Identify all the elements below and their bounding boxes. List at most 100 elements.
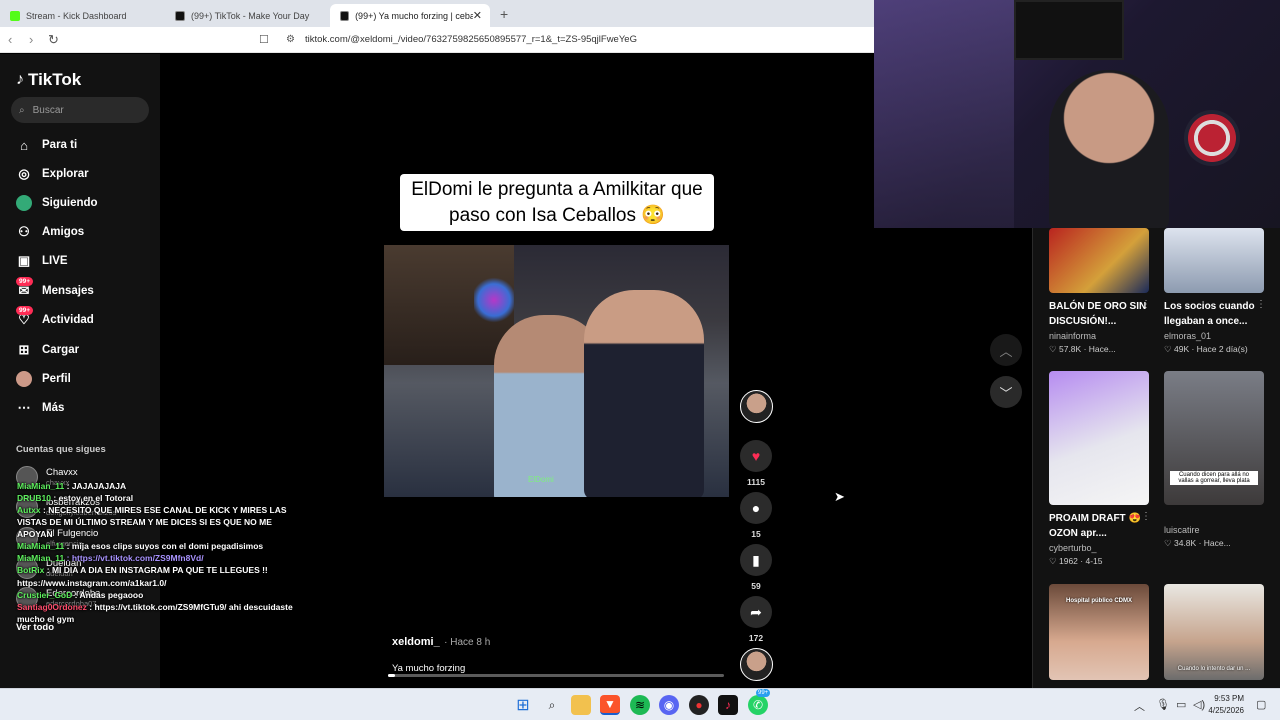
chat-message: Autxx : NECESITO QUE MIRES ESE CANAL DE … [17,504,307,540]
chat-user: Autxx [17,505,41,516]
obs-icon[interactable]: ● [689,695,709,715]
chevron-up-icon[interactable]: ︿ [1134,698,1145,714]
streamer-figure [1049,70,1169,228]
reload-icon[interactable]: ↻ [48,32,59,48]
logo-text: TikTok [28,70,82,89]
chat-text: : Andas pegaooo [74,589,144,600]
nav-label: Mensajes [42,285,94,297]
discord-icon[interactable]: ◉ [659,695,679,715]
home-icon: ⌂ [20,137,28,153]
video-progress-fill [388,674,395,677]
more-options-icon[interactable]: ⋮ [1141,511,1151,522]
chat-text: : JAJAJAJAJA [66,481,127,491]
url-text[interactable]: tiktok.com/@xeldomi_/video/7632759825650… [305,34,637,45]
volume-icon[interactable]: ◁) [1193,698,1205,711]
more-icon: ⋯ [17,400,31,415]
following-icon [16,195,32,211]
forward-icon[interactable]: › [29,32,33,47]
recommended-card[interactable]: Los socios cuando llegaban a once... elm… [1164,228,1266,355]
video-meta: xeldomi_ · Hace 8 h Ya mucho forzing [392,632,490,674]
tiktok-logo[interactable]: ♪ TikTok [16,70,81,90]
next-video-button[interactable]: ﹀ [990,376,1022,408]
more-options-icon[interactable]: ⋮ [1256,299,1266,310]
save-count: 59 [751,581,761,591]
chat-text: : NECESITO QUE MIRES ESE CANAL DE KICK Y… [17,505,287,540]
author-avatar-button[interactable] [738,390,774,423]
file-explorer-icon[interactable] [571,695,591,715]
recommended-card[interactable]: Hospital público CDMX [1049,584,1149,680]
live-icon: ▣ [17,253,31,268]
video-progress-bar[interactable] [388,674,724,677]
chat-message: MiaMian_11 : https://vt.tiktok.com/ZS9Mf… [17,552,307,564]
nav-cargar[interactable]: ⊞ Cargar [16,339,80,361]
site-info-icon[interactable]: ⚙ [286,34,295,45]
tab-tiktok-home[interactable]: (99+) TikTok - Make Your Day [165,4,330,27]
recommended-card[interactable]: BALÓN DE ORO SIN DISCUSIÓN!... ninainfor… [1049,228,1151,355]
card-stats: ♡ 1962 · 4-15 [1049,556,1103,566]
save-button[interactable]: ▮ 59 [738,544,774,591]
nav-live[interactable]: ▣ LIVE [16,250,68,272]
microphone-icon[interactable]: 🎙 [1156,698,1170,711]
nav-actividad[interactable]: ♡ 99+ Actividad [16,306,94,331]
video-caption-overlay: ElDomi le pregunta a Amilkitar que paso … [400,174,714,231]
tiktok-app-icon[interactable]: ♪ [718,695,738,715]
nav-mas[interactable]: ⋯ Más [16,397,65,419]
nav-para-ti[interactable]: ⌂ Para ti [16,134,77,156]
nav-explorar[interactable]: ◎ Explorar [16,163,89,185]
chat-user: BotRix [17,565,45,576]
whatsapp-icon[interactable]: ✆ 99+ [748,689,771,715]
card-likes: 34.8K [1173,538,1197,548]
notifications-icon[interactable]: ▢ [1256,698,1266,711]
video-player[interactable]: ElDomi [384,245,729,497]
account-name: Chavxx [46,467,78,478]
like-count: 1115 [747,477,765,487]
windows-start-icon[interactable]: ⊞ [513,695,533,715]
previous-video-button[interactable]: ︿ [990,334,1022,366]
address-bar: ‹ › ↻ ☐ ⚙ tiktok.com/@xeldomi_/video/763… [0,27,874,53]
search-icon[interactable]: ⌕ [542,695,562,715]
video-thumbnail: Cuando dicen para allá no vallas a gorre… [1164,371,1264,505]
chat-user: Crustier_GoD [17,589,73,600]
video-author[interactable]: xeldomi_ [392,636,440,648]
activity-badge: 99+ [16,306,34,315]
tab-tiktok-video[interactable]: (99+) Ya mucho forzing | ceballos ✕ [330,4,490,27]
close-tab-icon[interactable]: ✕ [473,9,482,22]
nav-mensajes[interactable]: ✉ 99+ Mensajes [16,277,94,302]
nav-label: Para ti [42,139,78,151]
tab-kick-dashboard[interactable]: Stream - Kick Dashboard [0,4,165,27]
more-options-icon[interactable]: ⋮ [1141,299,1151,310]
share-button[interactable]: ➦ 172 [738,596,774,643]
video-thumbnail [1049,228,1149,293]
new-tab-button[interactable]: + [500,6,508,22]
comment-button[interactable]: ● 15 [738,492,774,539]
card-title: PROAIM DRAFT 😍 OZON apr.... [1049,513,1141,539]
search-icon: ⌕ [19,104,25,116]
chat-text: : mija esos clips suyos con el domi pega… [66,541,264,552]
brave-browser-icon[interactable]: ▼ [600,695,620,715]
network-icon[interactable]: ▭ [1176,698,1186,711]
tiktok-favicon-icon [175,10,185,21]
chat-message: Crustier_GoD : Andas pegaooo [17,589,307,601]
recommended-card[interactable]: Cuando lo intento dar un ... [1164,584,1264,680]
tab-label: (99+) TikTok - Make Your Day [191,10,310,21]
back-icon[interactable]: ‹ [8,32,12,47]
music-avatar-button[interactable] [738,648,774,681]
recommended-card[interactable]: PROAIM DRAFT 😍 OZON apr.... cyberturbo_ … [1049,371,1151,567]
nav-siguiendo[interactable]: Siguiendo [16,192,98,214]
tab-label: Stream - Kick Dashboard [26,10,127,21]
recommended-card[interactable]: Cuando dicen para allá no vallas a gorre… [1164,371,1264,549]
nav-label: Explorar [42,168,89,180]
spotify-icon[interactable]: ≋ [630,695,650,715]
kick-favicon-icon [10,10,20,21]
search-input[interactable]: ⌕ Buscar [11,97,149,123]
card-title: Los socios cuando llegaban a once... [1164,301,1255,327]
like-button[interactable]: ♥ 1115 [738,440,774,487]
bookmark-icon[interactable]: ☐ [259,33,269,46]
webcam-background [874,0,1014,228]
nav-perfil[interactable]: Perfil [16,368,71,390]
profile-icon [16,371,32,387]
tiktok-favicon-icon [340,10,350,21]
nav-label: Perfil [42,373,71,385]
clock[interactable]: 9:53 PM 4/25/2026 [1208,693,1244,717]
nav-amigos[interactable]: ⚇ Amigos [16,221,84,243]
